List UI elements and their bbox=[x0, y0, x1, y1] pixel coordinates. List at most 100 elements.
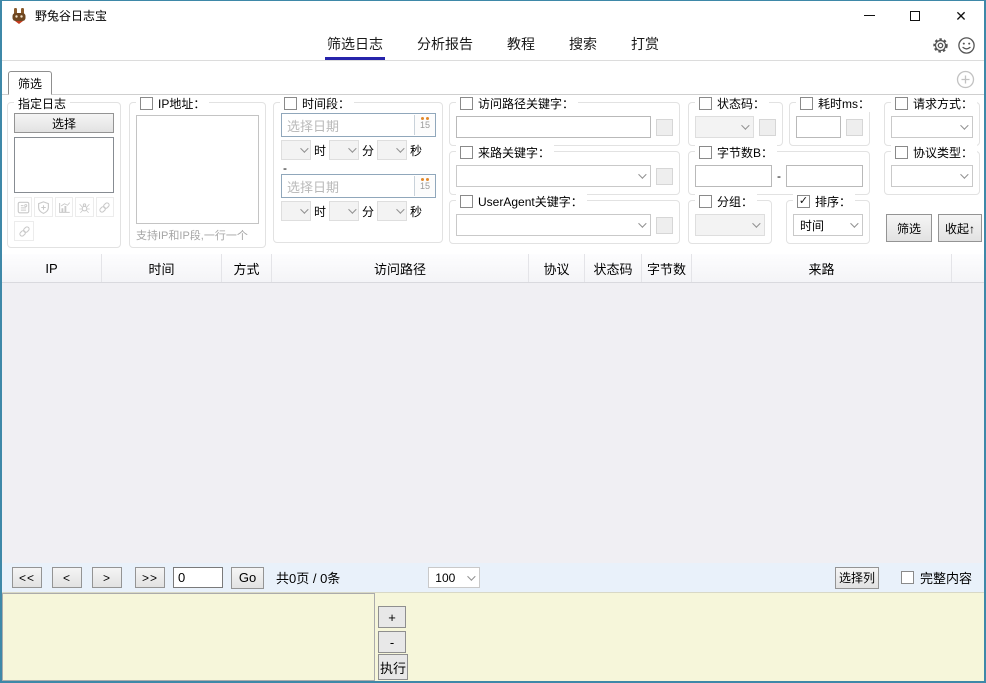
next-page-button[interactable]: > bbox=[92, 567, 122, 588]
column-header-status[interactable]: 状态码 bbox=[585, 254, 642, 282]
full-content-checkbox[interactable] bbox=[901, 571, 914, 584]
path-checkbox[interactable] bbox=[460, 97, 473, 110]
path-options-button[interactable] bbox=[656, 119, 673, 136]
elapsed-options-button[interactable] bbox=[846, 119, 863, 136]
last-page-button[interactable]: >> bbox=[135, 567, 165, 588]
ip-body: 支持IP和IP段,一行一个 bbox=[136, 115, 259, 243]
minimize-icon bbox=[864, 15, 875, 16]
column-header-method[interactable]: 方式 bbox=[222, 254, 272, 282]
group-path-keyword: 访问路径关键字： bbox=[449, 102, 680, 146]
column-header-time[interactable]: 时间 bbox=[102, 254, 222, 282]
referer-options-button[interactable] bbox=[656, 168, 673, 185]
request-method-select[interactable] bbox=[891, 116, 973, 138]
useragent-keyword-select[interactable] bbox=[456, 214, 651, 236]
useragent-checkbox[interactable] bbox=[460, 195, 473, 208]
end-minute-select[interactable] bbox=[329, 201, 359, 221]
full-content-option: 完整内容 bbox=[901, 568, 972, 587]
ip-textarea[interactable] bbox=[136, 115, 259, 224]
log-listbox[interactable] bbox=[14, 137, 114, 193]
sort-select[interactable]: 时间 bbox=[793, 214, 863, 236]
page-number-input[interactable] bbox=[173, 567, 223, 588]
log-spider-button[interactable] bbox=[75, 197, 93, 217]
nav-tab-tutorial[interactable]: 教程 bbox=[505, 30, 537, 60]
group-request-method: 请求方式： bbox=[884, 102, 980, 146]
gear-icon[interactable] bbox=[931, 36, 950, 55]
maximize-button[interactable] bbox=[892, 1, 938, 30]
calendar-icon[interactable]: 15 bbox=[414, 115, 435, 135]
prev-page-button[interactable]: < bbox=[52, 567, 82, 588]
status-code-select[interactable] bbox=[695, 116, 754, 138]
group-bytes-label: 字节数B： bbox=[695, 144, 777, 161]
nav-tab-filter-logs[interactable]: 筛选日志 bbox=[325, 30, 385, 60]
elapsed-ms-input[interactable] bbox=[796, 116, 841, 138]
console-plus-button[interactable]: + bbox=[378, 606, 406, 628]
sort-checkbox[interactable] bbox=[797, 195, 810, 208]
path-body bbox=[456, 116, 673, 138]
ip-checkbox[interactable] bbox=[140, 97, 153, 110]
nav-tab-analysis-report[interactable]: 分析报告 bbox=[415, 30, 475, 60]
maximize-icon bbox=[910, 11, 920, 21]
status-checkbox[interactable] bbox=[699, 97, 712, 110]
tab-filter[interactable]: 筛选 bbox=[8, 71, 52, 95]
minimize-button[interactable] bbox=[846, 1, 892, 30]
status-options-button[interactable] bbox=[759, 119, 776, 136]
column-header-referer[interactable]: 来路 bbox=[692, 254, 952, 282]
referer-keyword-select[interactable] bbox=[456, 165, 651, 187]
go-button[interactable]: Go bbox=[231, 567, 264, 589]
app-logo-rabbit-icon bbox=[10, 7, 28, 25]
page-size-select[interactable]: 100 bbox=[428, 567, 480, 588]
grouping-select[interactable] bbox=[695, 214, 765, 236]
log-stats-button[interactable] bbox=[55, 197, 73, 217]
start-hour-select[interactable] bbox=[281, 140, 311, 160]
log-link-button-1[interactable] bbox=[96, 197, 114, 217]
bytes-max-input[interactable] bbox=[786, 165, 863, 187]
start-minute-select[interactable] bbox=[329, 140, 359, 160]
referer-label: 来路关键字： bbox=[478, 144, 550, 161]
group-protocol-label: 协议类型： bbox=[891, 144, 977, 161]
column-header-ip[interactable]: IP bbox=[2, 254, 102, 282]
filter-panel: 指定日志 选择 bbox=[2, 95, 984, 254]
select-log-button[interactable]: 选择 bbox=[14, 113, 114, 133]
calendar-icon[interactable]: 15 bbox=[414, 176, 435, 196]
end-date-input[interactable]: 选择日期 15 bbox=[281, 174, 436, 198]
log-link-button-2[interactable] bbox=[14, 221, 34, 241]
console-input-area[interactable] bbox=[2, 593, 375, 681]
method-checkbox[interactable] bbox=[895, 97, 908, 110]
log-security-button[interactable] bbox=[34, 197, 52, 217]
column-header-path[interactable]: 访问路径 bbox=[272, 254, 529, 282]
start-date-input[interactable]: 选择日期 15 bbox=[281, 113, 436, 137]
useragent-options-button[interactable] bbox=[656, 217, 673, 234]
console-minus-button[interactable]: - bbox=[378, 631, 406, 653]
select-columns-button[interactable]: 选择列 bbox=[835, 567, 879, 589]
start-second-select[interactable] bbox=[377, 140, 407, 160]
nav-tab-donate[interactable]: 打赏 bbox=[629, 30, 661, 60]
log-tool-row-2 bbox=[14, 221, 114, 241]
bytes-checkbox[interactable] bbox=[699, 146, 712, 159]
console-execute-button[interactable]: 执行 bbox=[378, 654, 408, 680]
referer-checkbox[interactable] bbox=[460, 146, 473, 159]
protocol-checkbox[interactable] bbox=[895, 146, 908, 159]
nav-tab-search[interactable]: 搜索 bbox=[567, 30, 599, 60]
results-table-body[interactable] bbox=[2, 283, 984, 563]
protocol-type-select[interactable] bbox=[891, 165, 973, 187]
collapse-button[interactable]: 收起↑ bbox=[938, 214, 982, 242]
method-label: 请求方式： bbox=[913, 95, 973, 112]
column-header-protocol[interactable]: 协议 bbox=[529, 254, 585, 282]
close-button[interactable]: ✕ bbox=[938, 1, 984, 30]
filter-button[interactable]: 筛选 bbox=[886, 214, 932, 242]
end-second-select[interactable] bbox=[377, 201, 407, 221]
elapsed-checkbox[interactable] bbox=[800, 97, 813, 110]
smiley-icon[interactable] bbox=[957, 36, 976, 55]
column-header-bytes[interactable]: 字节数 bbox=[642, 254, 692, 282]
page-summary: 共0页 / 0条 bbox=[276, 568, 340, 587]
time-checkbox[interactable] bbox=[284, 97, 297, 110]
end-hour-select[interactable] bbox=[281, 201, 311, 221]
minute-label: 分 bbox=[362, 203, 374, 220]
grouping-checkbox[interactable] bbox=[699, 195, 712, 208]
log-report-button[interactable] bbox=[14, 197, 32, 217]
add-tab-icon[interactable] bbox=[956, 70, 975, 89]
bytes-min-input[interactable] bbox=[695, 165, 772, 187]
path-keyword-input[interactable] bbox=[456, 116, 651, 138]
first-page-button[interactable]: << bbox=[12, 567, 42, 588]
calendar-icon-day: 15 bbox=[420, 120, 430, 131]
